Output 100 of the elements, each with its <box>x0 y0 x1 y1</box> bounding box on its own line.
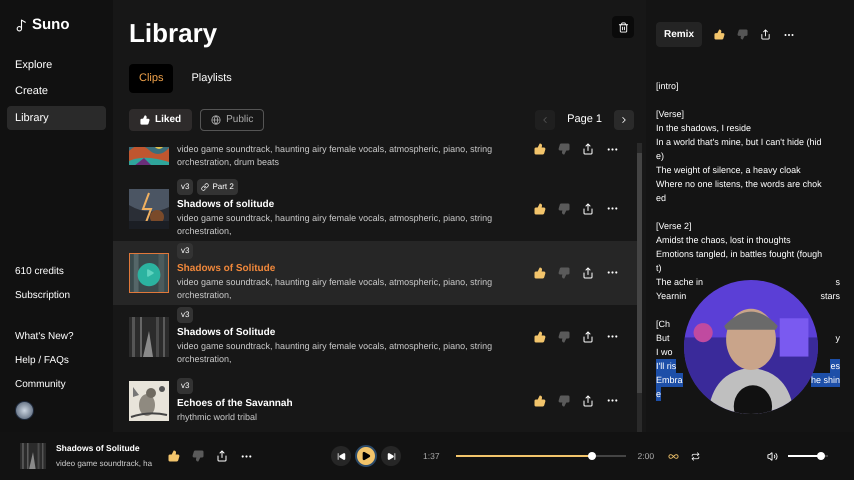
thumbs-down-icon <box>558 394 570 406</box>
repeat-button[interactable] <box>691 452 700 460</box>
remix-button[interactable]: Remix <box>656 22 702 47</box>
avatar[interactable] <box>15 401 34 420</box>
filter-button[interactable]: Public <box>200 108 264 130</box>
lyric-line: stars <box>820 290 840 303</box>
play-icon <box>144 268 154 278</box>
credits-count: 610 credits <box>15 265 65 279</box>
thumbs-up-button[interactable] <box>534 330 546 342</box>
thumbs-up-icon <box>534 330 546 342</box>
share-button[interactable] <box>582 202 594 214</box>
thumbs-up-icon <box>534 143 546 155</box>
clip-row[interactable]: v3 Part 2 Shadows of solitude video game soundtrack, haunting airy female vocals, atmospheric, piano, string orchestration, <box>113 176 637 240</box>
link-icon <box>201 183 210 191</box>
thumbs-up-button[interactable] <box>714 29 726 40</box>
lyric-line: e) <box>656 150 664 163</box>
lyric-line: [intro] <box>656 80 679 93</box>
track-description: video game soundtrack, ha <box>56 458 154 470</box>
tag: v3 <box>177 378 194 394</box>
scrollbar[interactable] <box>637 142 642 432</box>
skip-forward-icon <box>386 452 396 460</box>
clip-row[interactable]: video game soundtrack, haunting airy female vocals, atmospheric, piano, string orchestration, drum beats <box>113 142 637 176</box>
thumbs-up-icon <box>534 202 546 214</box>
clip-title[interactable]: Shadows of solitude <box>177 197 534 212</box>
thumbs-down-button[interactable] <box>558 330 570 342</box>
previous-button[interactable] <box>331 446 351 466</box>
thumbs-down-button[interactable] <box>558 394 570 406</box>
thumbs-up-icon <box>534 266 546 278</box>
share-button[interactable] <box>582 266 594 278</box>
clip-row[interactable]: v3 Shadows of Solitude video game soundtrack, haunting airy female vocals, atmospheric, piano, string orchestration, <box>113 304 637 368</box>
track-title[interactable]: Shadows of Solitude <box>56 442 156 455</box>
thumbs-down-icon <box>192 450 204 462</box>
thumbs-down-button[interactable] <box>192 450 204 462</box>
clip-description: video game soundtrack, haunting airy female vocals, atmospheric, piano, string orchestration, <box>177 340 494 366</box>
next-button[interactable] <box>381 446 401 466</box>
share-icon <box>760 29 772 40</box>
lyric-line: ed <box>656 192 666 205</box>
thumbs-up-button[interactable] <box>534 266 546 278</box>
sidebar-link[interactable]: Subscription <box>15 288 98 303</box>
nav-item[interactable]: Explore <box>7 52 106 77</box>
share-icon <box>582 394 594 406</box>
thumbs-up-icon <box>714 29 726 40</box>
nav-item[interactable]: Create <box>7 79 106 104</box>
thumbs-up-button[interactable] <box>534 143 546 155</box>
thumbs-down-icon <box>558 202 570 214</box>
nav-item[interactable]: Library <box>7 106 106 130</box>
sidebar-link[interactable]: Help / FAQs <box>15 353 98 368</box>
clip-row[interactable]: v3 Echoes of the Savannah rhythmic world tribal <box>113 368 637 432</box>
clip-title[interactable]: Echoes of the Savannah <box>177 396 534 410</box>
clip-description: video game soundtrack, haunting airy female vocals, atmospheric, piano, string orchestration, <box>177 212 494 238</box>
lyric-line: But <box>656 332 670 345</box>
duration: 2:00 <box>638 450 654 462</box>
page-title: Library <box>129 20 218 46</box>
clip-description: video game soundtrack, haunting airy female vocals, atmospheric, piano, string orchestration, drum beats <box>177 142 494 168</box>
play-button[interactable] <box>355 445 377 467</box>
share-icon <box>582 143 594 155</box>
share-button[interactable] <box>760 29 772 40</box>
filter-button[interactable]: Liked <box>129 108 192 130</box>
tab[interactable]: Playlists <box>181 64 242 92</box>
clip-title[interactable]: Shadows of Solitude <box>177 261 534 276</box>
clip-title[interactable]: Shadows of Solitude <box>177 325 534 340</box>
lyric-line: [Ch <box>656 318 670 331</box>
lyric-line: The weight of silence, a heavy cloak <box>656 164 801 177</box>
globe-icon <box>211 114 222 124</box>
tab[interactable]: Clips <box>129 64 174 92</box>
share-button[interactable] <box>582 143 594 155</box>
thumbs-down-icon <box>558 266 570 278</box>
sidebar-link[interactable]: What's New? <box>15 329 98 344</box>
page-indicator: Page 1 <box>566 112 603 128</box>
volume-icon[interactable] <box>767 450 778 462</box>
sidebar-link[interactable]: Community <box>15 377 98 392</box>
thumbs-down-button[interactable] <box>558 202 570 214</box>
thumbs-down-icon <box>558 330 570 342</box>
thumbs-up-button[interactable] <box>168 450 180 462</box>
skip-back-icon <box>336 452 346 460</box>
share-button[interactable] <box>582 394 594 406</box>
slider-thumb[interactable] <box>588 452 596 460</box>
thumbs-down-button[interactable] <box>558 266 570 278</box>
share-icon <box>216 450 228 462</box>
share-button[interactable] <box>216 450 228 462</box>
thumbs-up-button[interactable] <box>534 394 546 406</box>
repeat-icon <box>691 452 700 460</box>
logo: Suno <box>32 15 70 35</box>
thumbs-down-button[interactable] <box>737 29 748 40</box>
thumbs-down-button[interactable] <box>558 143 570 155</box>
share-icon <box>582 330 594 342</box>
share-button[interactable] <box>582 330 594 342</box>
clip-row[interactable]: v3 Shadows of Solitude video game soundtrack, haunting airy female vocals, atmospheric, piano, string orchestration, <box>113 240 637 304</box>
share-icon <box>582 266 594 278</box>
lyric-line: The ache in <box>656 276 704 289</box>
lyric-line: [Verse 2] <box>656 220 692 233</box>
thumbs-up-button[interactable] <box>534 202 546 214</box>
lyric-line: Where no one listens, the words are chok <box>656 178 822 191</box>
lyric-line: Emotions tangled, in battles fought (fough <box>656 248 822 261</box>
clip-description: rhythmic world tribal <box>177 410 258 424</box>
delete-button[interactable] <box>612 16 634 38</box>
slider-thumb[interactable] <box>816 452 825 460</box>
lyric-line: In a world that's mine, but I can't hide (hid <box>656 136 822 149</box>
trash-icon <box>618 22 628 32</box>
tag: v3 <box>177 179 194 195</box>
